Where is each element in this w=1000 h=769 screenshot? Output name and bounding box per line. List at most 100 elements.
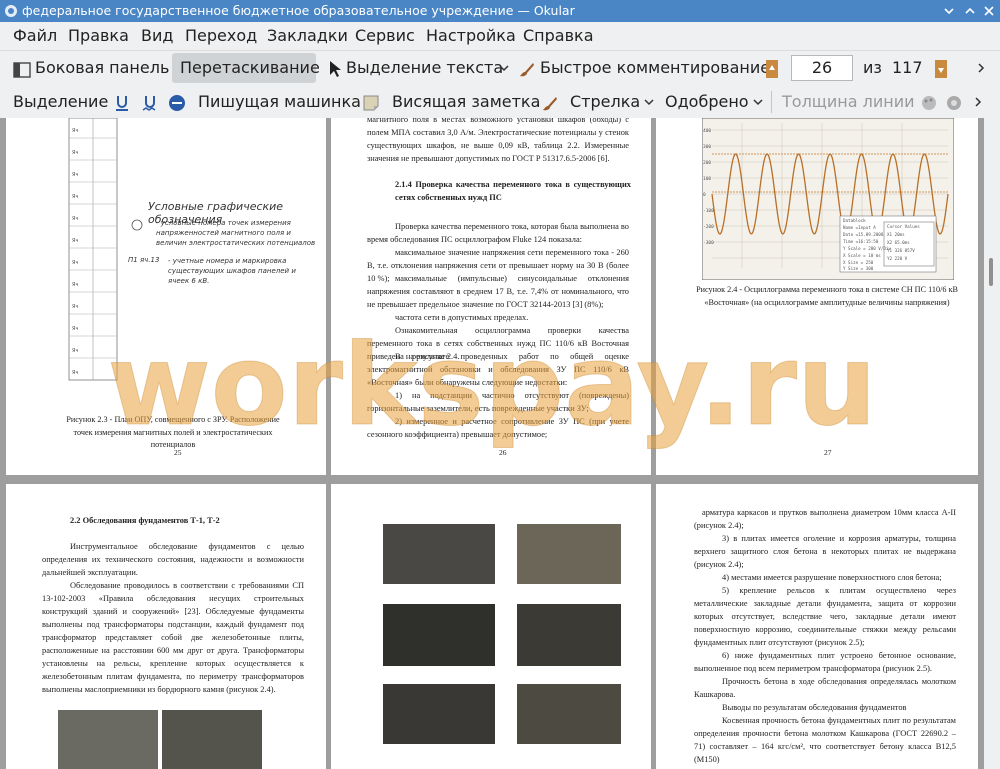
palette-icon[interactable] [920, 94, 938, 112]
drag-mode-label: Перетаскивание [180, 58, 320, 77]
hanging-note-tool[interactable]: Висящая заметка [392, 92, 540, 111]
sidebar-button[interactable]: Боковая панель [35, 58, 169, 77]
next-page-icon[interactable] [934, 59, 948, 79]
svg-text:Name =Input A: Name =Input A [843, 225, 876, 230]
page-number-input[interactable]: 26 [791, 55, 853, 81]
foundation-photo [517, 684, 621, 744]
paragraph: арматура каркасов и прутков выполнена ди… [694, 508, 956, 530]
stamp-approved-tool[interactable]: Одобрено [665, 92, 749, 111]
svg-text:100: 100 [703, 176, 711, 182]
section-heading-2-1-4: 2.1.4 Проверка качества переменного тока… [395, 180, 631, 202]
paragraph: Косвенная прочность бетона фундаментных … [694, 716, 956, 764]
menu-file[interactable]: Файл [13, 26, 57, 45]
foundation-photo [383, 684, 495, 744]
typewriter-tool[interactable]: Пишущая машинка [198, 92, 361, 111]
menu-help[interactable]: Справка [523, 26, 594, 45]
svg-text:200: 200 [703, 160, 711, 166]
svg-text:X Scale = 10 ms: X Scale = 10 ms [843, 253, 881, 258]
paragraph: В результате проведенных работ по общей … [367, 352, 629, 387]
paragraph: 2) измеренное и расчетное сопротивление … [367, 417, 629, 439]
main-toolbar: Боковая панель Перетаскивание Выделение … [0, 51, 1000, 85]
paragraph: Проверка качества переменного тока, кото… [367, 222, 629, 244]
svg-text:Яч: Яч [72, 348, 78, 354]
legend-item-2: - учетные номера и маркировка существующ… [168, 257, 296, 285]
line-width-control[interactable]: Толщина линии [782, 92, 915, 111]
paragraph: 5) крепление рельсов к плитам осуществле… [694, 586, 956, 647]
foundation-photo [517, 604, 621, 666]
document-page-29 [331, 484, 651, 769]
page-number: 25 [174, 448, 182, 457]
maximize-icon[interactable] [962, 3, 978, 19]
svg-text:Date =15.09.2008: Date =15.09.2008 [843, 232, 884, 237]
svg-text:Яч: Яч [72, 304, 78, 310]
svg-text:X2 65.0ms: X2 65.0ms [887, 240, 910, 245]
page-number-value: 26 [811, 58, 833, 77]
close-icon[interactable] [981, 3, 997, 19]
menu-go[interactable]: Переход [185, 26, 257, 45]
paragraph: 3) в плитах имеется оголение и коррозия … [694, 534, 956, 569]
menu-bar: Файл Правка Вид Переход Закладки Сервис … [0, 22, 1000, 50]
paragraph: 4) местами имеется разрушение поверхност… [722, 573, 942, 582]
figure-caption-2-3: Рисунок 2.3 - План ОПУ, совмещенного с З… [66, 415, 280, 449]
chevron-down-icon[interactable] [498, 62, 510, 74]
paragraph: 6) ниже фундаментных плит устроено бетон… [694, 651, 956, 673]
paragraph: частота сети в допустимых пределах. [395, 313, 529, 322]
figure-caption-2-4: Рисунок 2.4 - Осциллограмма переменного … [696, 285, 958, 307]
page-total-label: 117 [892, 58, 923, 77]
cursor-arrow-icon [330, 61, 341, 77]
svg-text:Яч: Яч [72, 370, 78, 376]
svg-text:Яч: Яч [72, 128, 78, 134]
svg-text:400: 400 [703, 128, 711, 134]
page-number: 26 [499, 448, 507, 457]
svg-text:X1 20ms: X1 20ms [887, 232, 905, 237]
document-page-27: Datablock Name =Input A Date =15.09.2008 T… [656, 118, 978, 475]
svg-text:Y1 326 857V: Y1 326 857V [887, 248, 915, 253]
note-icon [363, 95, 379, 111]
menu-edit[interactable]: Правка [68, 26, 129, 45]
brush-icon [543, 97, 557, 111]
paragraph: Прочность бетона в ходе обследования опр… [694, 677, 956, 699]
previous-page-icon[interactable] [765, 59, 779, 79]
svg-text:Яч: Яч [72, 282, 78, 288]
color-icon[interactable] [945, 94, 963, 112]
window-titlebar[interactable]: федеральное государственное бюджетное об… [0, 0, 1000, 22]
text-selection-button[interactable]: Выделение текста [346, 58, 503, 77]
svg-text:Яч: Яч [72, 326, 78, 332]
squiggly-underline-icon[interactable] [141, 94, 159, 112]
page-number: 27 [824, 448, 832, 457]
svg-text:Time =16:15:50: Time =16:15:50 [843, 239, 879, 244]
arrow-tool[interactable]: Стрелка [570, 92, 640, 111]
svg-text:X Size = 250: X Size = 250 [843, 260, 874, 265]
menu-tools[interactable]: Сервис [355, 26, 415, 45]
vertical-scrollbar[interactable] [984, 118, 1000, 769]
toolbar-overflow-icon[interactable] [975, 62, 987, 74]
svg-text:-100: -100 [703, 208, 714, 214]
underline-icon[interactable] [113, 94, 131, 112]
svg-text:-200: -200 [703, 224, 714, 230]
minimize-icon[interactable] [941, 3, 957, 19]
menu-view[interactable]: Вид [141, 26, 173, 45]
svg-text:Яч: Яч [72, 260, 78, 266]
selection-tool[interactable]: Выделение [13, 92, 108, 111]
document-viewport[interactable]: Яч Яч Яч Яч Яч Яч Яч Яч Яч Яч Яч Яч Условные граф… [0, 118, 984, 769]
section-heading-2-2: 2.2 Обследования фундаментов Т-1, Т-2 [70, 516, 220, 525]
paragraph: Обследование проводилось в соответствии … [42, 581, 304, 694]
legend-item-1: - условные номера точек измерения напряж… [156, 219, 316, 247]
chevron-down-icon[interactable] [643, 96, 655, 108]
menu-settings[interactable]: Настройка [426, 26, 516, 45]
scrollbar-thumb[interactable] [989, 258, 993, 286]
toolbar-overflow-icon[interactable] [972, 96, 984, 108]
paragraph: 1) на подстанции частично отсутствуют (п… [367, 391, 629, 413]
quick-comment-button[interactable]: Быстрое комментирование [540, 58, 770, 77]
paragraph: Инструментальное обследование фундаменто… [42, 542, 304, 577]
svg-text:Y Scale = 200 V/Div: Y Scale = 200 V/Div [843, 246, 891, 251]
strikeout-icon[interactable] [168, 94, 186, 112]
foundation-photo [58, 710, 158, 769]
svg-text:Яч: Яч [72, 172, 78, 178]
chevron-down-icon[interactable] [752, 96, 764, 108]
paragraph: Выводы по результатам обследования фунда… [722, 703, 907, 712]
annotation-toolbar: Выделение Пишущая машинка Висящая заметк… [0, 85, 1000, 118]
menu-bookmarks[interactable]: Закладки [267, 26, 348, 45]
document-page-28: 2.2 Обследования фундаментов Т-1, Т-2 Ин… [6, 484, 326, 769]
sidebar-icon [13, 62, 31, 78]
